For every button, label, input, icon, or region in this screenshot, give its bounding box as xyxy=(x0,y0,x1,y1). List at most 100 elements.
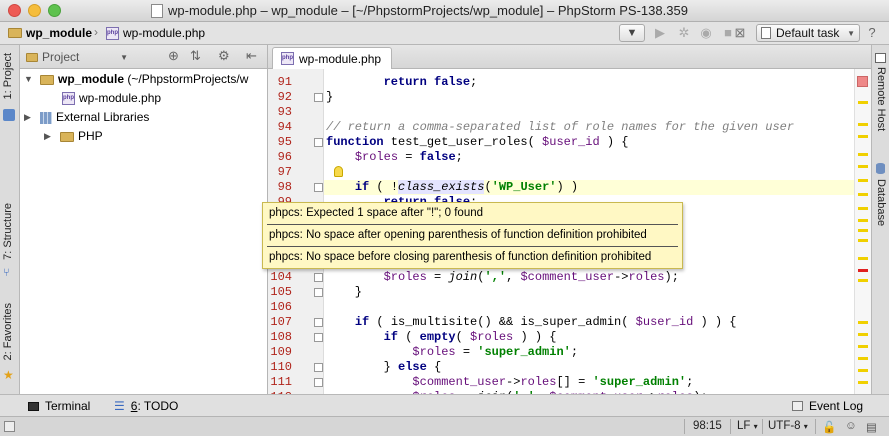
file-encoding[interactable]: UTF-8 ▾ xyxy=(768,420,808,432)
tree-item-external-libraries[interactable]: ▶ External Libraries xyxy=(24,108,149,127)
warning-marker[interactable] xyxy=(858,123,868,126)
code-token: 'super_admin' xyxy=(592,375,687,389)
code-token: ) ) { xyxy=(513,330,557,344)
code-token: roles xyxy=(628,270,665,284)
inspector-icon[interactable]: ☺ xyxy=(845,420,857,432)
code-token: ',' xyxy=(484,270,507,284)
caret-position[interactable]: 98:15 xyxy=(693,420,722,432)
fold-marker-icon[interactable] xyxy=(314,183,323,192)
warning-marker[interactable] xyxy=(858,333,868,336)
hide-panel-icon[interactable]: ⇤ xyxy=(246,48,257,64)
warning-marker[interactable] xyxy=(858,153,868,156)
collapsed-triangle-icon: ▶ xyxy=(24,112,31,122)
line-number: 98 xyxy=(277,180,292,194)
breadcrumb-file[interactable]: php wp-module.php xyxy=(106,26,205,40)
lock-icon[interactable]: 🔓 xyxy=(822,420,836,434)
clear-icon[interactable]: ⊠ xyxy=(732,25,748,41)
minimize-window-button[interactable] xyxy=(28,4,41,17)
code-line[interactable]: $roles = false; xyxy=(326,150,463,165)
tab-project[interactable]: 1: Project xyxy=(2,53,14,99)
help-icon[interactable]: ? xyxy=(864,25,880,41)
tree-item-label: PHP xyxy=(78,129,103,143)
tab-database[interactable]: Database xyxy=(875,179,887,226)
collapsed-triangle-icon: ▶ xyxy=(44,131,51,141)
warning-marker[interactable] xyxy=(858,369,868,372)
memory-icon[interactable]: ▤ xyxy=(866,420,877,434)
code-line[interactable]: if ( !class_exists('WP_User') ) xyxy=(326,180,578,195)
close-window-button[interactable] xyxy=(8,4,21,17)
code-token: $roles xyxy=(470,330,514,344)
task-selector[interactable]: Default task ▼ xyxy=(756,24,860,42)
fold-marker-icon[interactable] xyxy=(314,93,323,102)
zoom-window-button[interactable] xyxy=(48,4,61,17)
breadcrumb-project[interactable]: wp_module xyxy=(8,26,92,40)
intention-bulb-icon[interactable] xyxy=(334,166,343,177)
code-line[interactable]: // return a comma-separated list of role… xyxy=(326,120,794,135)
code-line[interactable]: } xyxy=(326,90,333,105)
editor-tab-bar: php wp-module.php xyxy=(268,45,871,69)
line-separator[interactable]: LF ▾ xyxy=(737,420,758,432)
tool-windows-toggle-icon[interactable] xyxy=(4,421,15,432)
tree-item-project-root[interactable]: ▼ wp_module (~/PhpstormProjects/w xyxy=(24,70,248,89)
run-config-dropdown-button[interactable]: ▼ xyxy=(619,24,645,42)
fold-marker-icon[interactable] xyxy=(314,378,323,387)
warning-marker[interactable] xyxy=(858,101,868,104)
fold-marker-icon[interactable] xyxy=(314,363,323,372)
code-token: = xyxy=(455,345,478,359)
warning-marker[interactable] xyxy=(858,345,868,348)
code-line[interactable]: } else { xyxy=(326,360,442,375)
tab-event-log[interactable]: Event Log xyxy=(792,399,863,413)
editor-tab-wp-module-php[interactable]: php wp-module.php xyxy=(272,47,392,69)
warning-marker[interactable] xyxy=(858,229,868,232)
inspection-status-icon[interactable] xyxy=(857,76,868,87)
fold-marker-icon[interactable] xyxy=(314,318,323,327)
fold-marker-icon[interactable] xyxy=(314,138,323,147)
warning-marker[interactable] xyxy=(858,219,868,222)
code-line[interactable]: function test_get_user_roles( $user_id )… xyxy=(326,135,628,150)
line-number: 105 xyxy=(270,285,292,299)
tab-favorites[interactable]: 2: Favorites xyxy=(2,303,14,360)
coverage-icon[interactable]: ◉ xyxy=(698,25,714,41)
line-number: 95 xyxy=(277,135,292,149)
code-token: [] = xyxy=(556,375,593,389)
warning-marker[interactable] xyxy=(858,279,868,282)
warning-marker[interactable] xyxy=(858,165,868,168)
scroll-from-source-icon[interactable]: ⊕ xyxy=(168,48,179,64)
fold-marker-icon[interactable] xyxy=(314,333,323,342)
tree-item-php-library[interactable]: ▶ PHP xyxy=(44,127,103,146)
tab-remote-host[interactable]: Remote Host xyxy=(875,67,887,131)
debug-icon[interactable]: ✲ xyxy=(676,25,692,41)
warning-marker[interactable] xyxy=(858,357,868,360)
status-divider xyxy=(684,419,685,434)
code-line[interactable]: } xyxy=(326,285,362,300)
code-line[interactable]: if ( empty( $roles ) ) { xyxy=(326,330,557,345)
warning-marker[interactable] xyxy=(858,135,868,138)
error-marker[interactable] xyxy=(858,269,868,272)
tab-terminal[interactable]: Terminal xyxy=(28,399,90,413)
collapse-all-icon[interactable]: ⇅ xyxy=(190,48,201,64)
fold-marker-icon[interactable] xyxy=(314,273,323,282)
error-stripe[interactable] xyxy=(854,69,871,394)
tab-structure[interactable]: 7: Structure xyxy=(2,203,14,260)
warning-marker[interactable] xyxy=(858,193,868,196)
editor-tab-label: wp-module.php xyxy=(299,51,382,66)
code-line[interactable]: $comment_user->roles[] = 'super_admin'; xyxy=(326,375,693,390)
tab-todo[interactable]: ☰ 6: TODO xyxy=(114,399,178,413)
warning-marker[interactable] xyxy=(858,321,868,324)
code-line[interactable]: $roles = join(',', $comment_user->roles)… xyxy=(326,270,679,285)
tree-item-wp-module-php[interactable]: php wp-module.php xyxy=(62,89,161,108)
warning-marker[interactable] xyxy=(858,381,868,384)
gear-icon[interactable]: ⚙ xyxy=(218,48,230,64)
warning-marker[interactable] xyxy=(858,207,868,210)
warning-marker[interactable] xyxy=(858,239,868,242)
warning-marker[interactable] xyxy=(858,257,868,260)
project-view-selector[interactable]: Project ▼ xyxy=(26,49,128,65)
run-icon[interactable]: ▶ xyxy=(652,25,668,41)
code-line[interactable]: $roles = 'super_admin'; xyxy=(326,345,578,360)
code-token: ; xyxy=(470,75,478,89)
warning-marker[interactable] xyxy=(858,179,868,182)
code-token: ); xyxy=(664,270,679,284)
code-line[interactable]: return false; xyxy=(326,75,478,90)
fold-marker-icon[interactable] xyxy=(314,288,323,297)
code-line[interactable]: if ( is_multisite() && is_super_admin( $… xyxy=(326,315,737,330)
